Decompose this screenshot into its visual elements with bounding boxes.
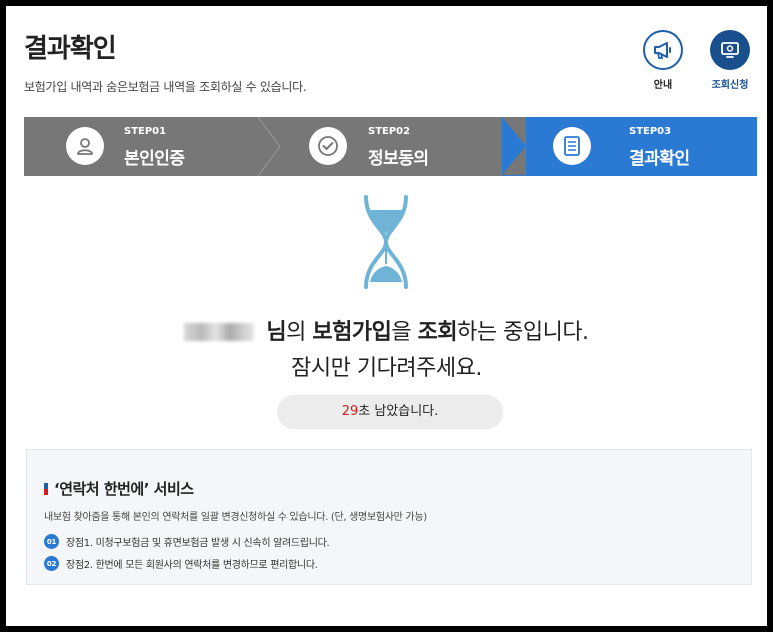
hourglass-icon [364, 195, 408, 289]
guide-label: 안내 [653, 80, 673, 91]
user-icon [66, 127, 104, 165]
status-keyword: 보험가입 [312, 320, 392, 345]
step-label: 본인인증 [124, 149, 185, 169]
status-text: 의 [286, 320, 306, 345]
step-indicator: STEP01 본인인증 STEP02 정보동의 STEP03 결과확인 [24, 117, 757, 176]
page-title: 결과확인 [24, 34, 117, 64]
step-2: STEP02 정보동의 [268, 117, 502, 176]
guide-button[interactable]: 안내 [633, 30, 693, 91]
item-number-badge: 01 [44, 534, 59, 549]
apply-inquiry-label: 조회신청 [711, 80, 749, 91]
timer-suffix: 초 남았습니다. [358, 404, 439, 419]
item-text: 장점2. 한번에 모든 회원사의 연락처를 변경하므로 편리합니다. [66, 560, 318, 571]
status-text: 하는 중입니다. [457, 320, 589, 345]
status-wait-message: 잠시만 기다려주세요. [291, 356, 482, 381]
masked-user-name [184, 323, 255, 341]
status-keyword: 조회 [417, 320, 458, 345]
check-circle-icon [309, 127, 347, 165]
list-item: 02 장점2. 한번에 모든 회원사의 연락처를 변경하므로 편리합니다. [44, 556, 318, 571]
name-suffix: 님 [266, 320, 287, 345]
megaphone-icon [643, 30, 683, 70]
item-number-badge: 02 [44, 556, 59, 571]
step-3: STEP03 결과확인 [512, 117, 757, 176]
step-number: STEP03 [629, 126, 672, 137]
timer-seconds: 29 [341, 404, 359, 419]
step-label: 정보동의 [368, 149, 429, 169]
page-description: 보험가입 내역과 숨은보험금 내역을 조회하실 수 있습니다. [24, 80, 307, 94]
document-icon [553, 127, 591, 165]
step-1: STEP01 본인인증 [24, 117, 264, 176]
service-description: 내보험 찾아줌을 통해 본인의 연락처를 일괄 변경신청하실 수 있습니다. (… [44, 512, 427, 523]
status-message: 님의 보험가입을 조회하는 중입니다. [6, 314, 767, 346]
monitor-search-icon [710, 30, 750, 70]
countdown-timer: 29초 남았습니다. [277, 395, 503, 429]
step-label: 결과확인 [629, 149, 690, 169]
flag-icon [44, 483, 48, 495]
step-number: STEP01 [124, 126, 167, 137]
step-number: STEP02 [368, 126, 411, 137]
status-text: 을 [391, 320, 412, 345]
list-item: 01 장점1. 미청구보험금 및 휴면보험금 발생 시 신속히 알려드립니다. [44, 534, 330, 549]
contact-service-box: ‘연락처 한번에’ 서비스 내보험 찾아줌을 통해 본인의 연락처를 일괄 변경… [26, 449, 752, 585]
item-text: 장점1. 미청구보험금 및 휴면보험금 발생 시 신속히 알려드립니다. [66, 538, 330, 549]
main-frame: 결과확인 보험가입 내역과 숨은보험금 내역을 조회하실 수 있습니다. 안내 … [6, 6, 767, 626]
apply-inquiry-button[interactable]: 조회신청 [700, 30, 760, 91]
service-title: ‘연락처 한번에’ 서비스 [54, 480, 194, 498]
